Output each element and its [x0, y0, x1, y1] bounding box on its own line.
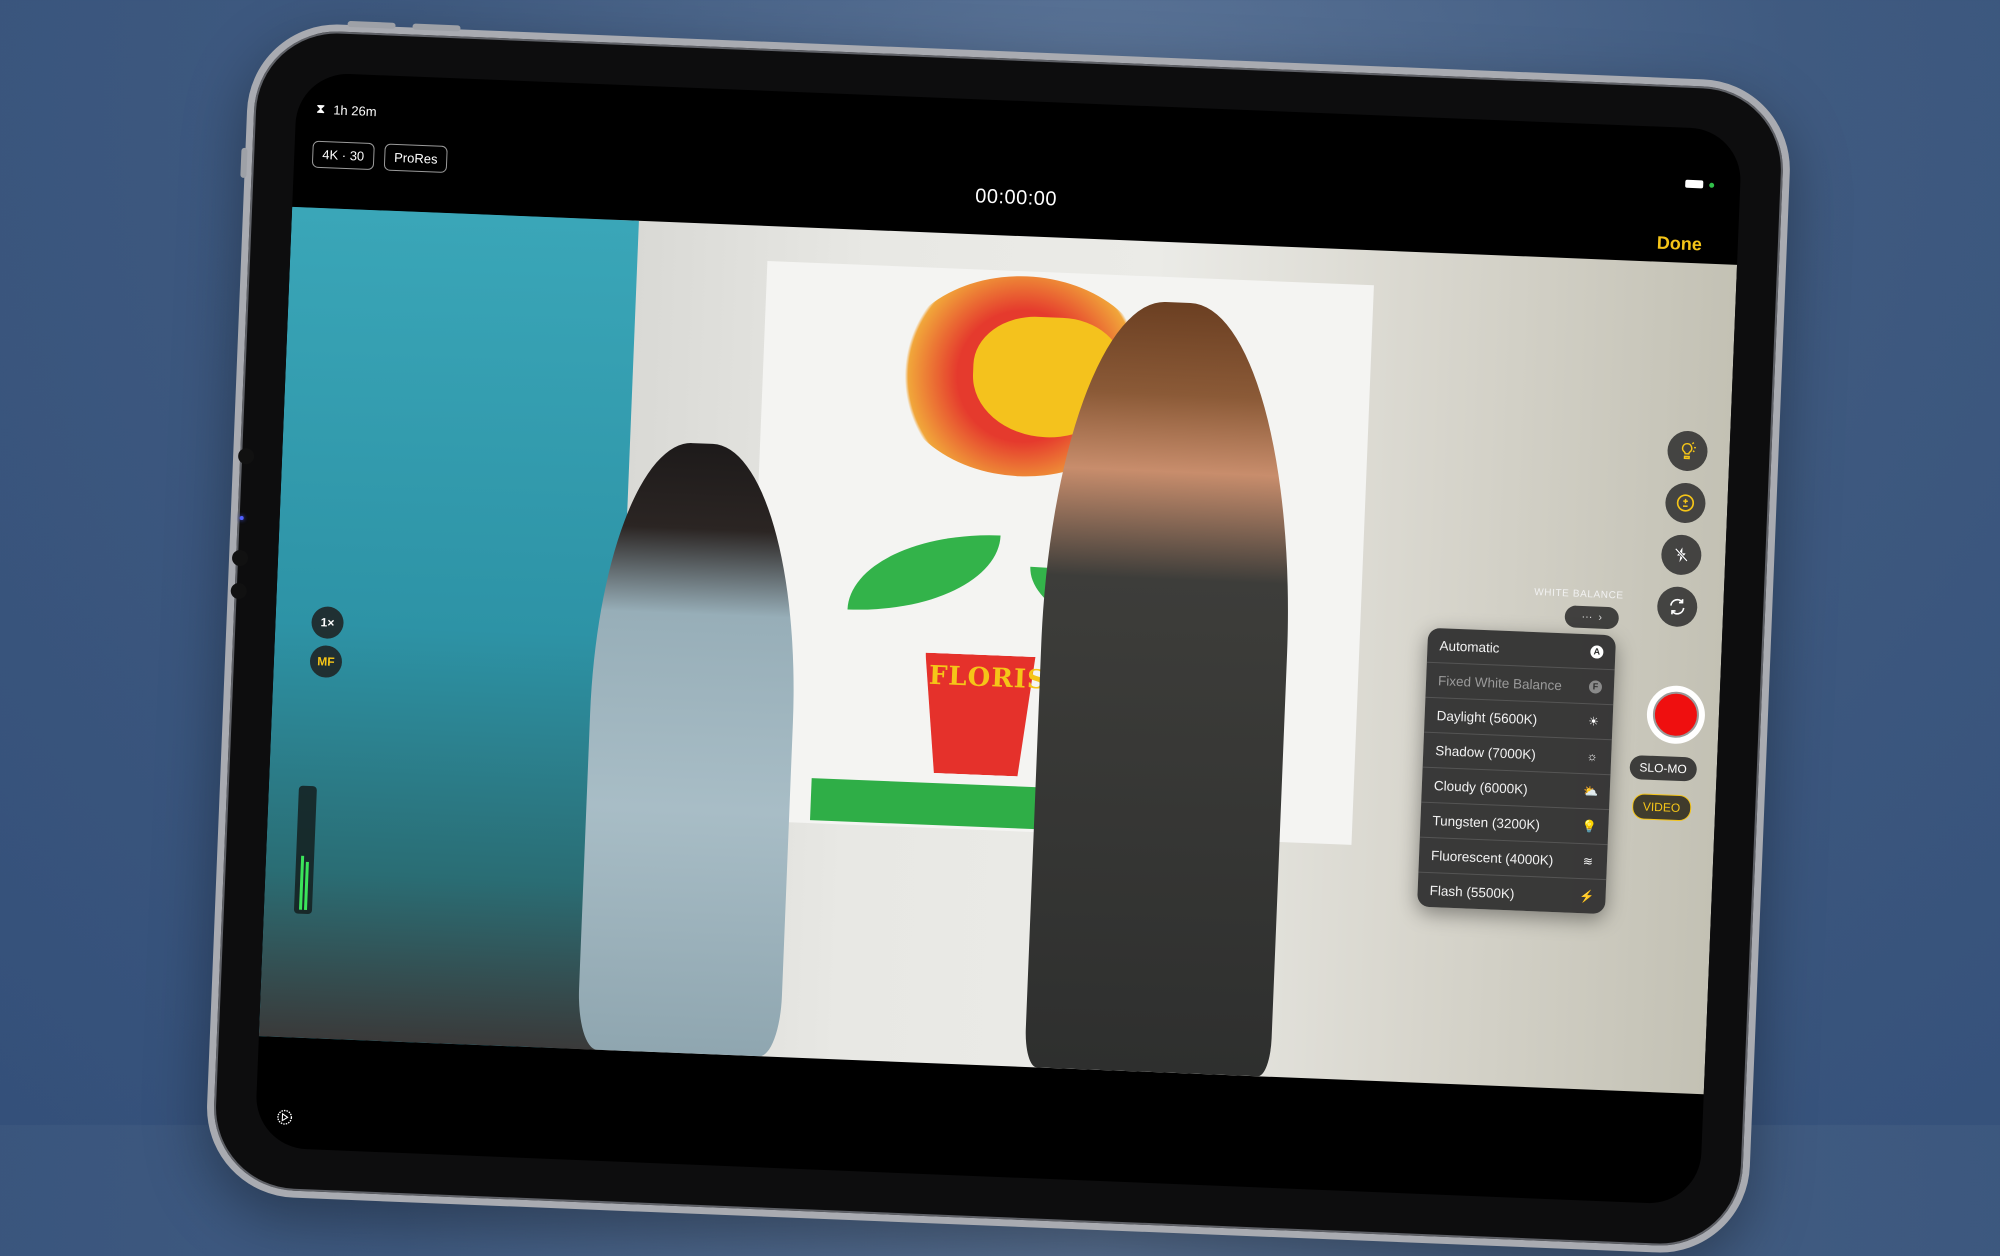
white-balance-label: WHITE BALANCE: [1534, 586, 1624, 602]
camera-viewfinder[interactable]: FLORIST 1× MF WHITE BALANCE ··· › Automa…: [258, 206, 1738, 1095]
badge-f-icon: F: [1588, 679, 1603, 694]
wb-option-label: Fluorescent (4000K): [1430, 847, 1554, 868]
battery-icon: [1685, 179, 1704, 189]
badge-a-icon: A: [1590, 644, 1604, 659]
sunset-icon: ☼: [1586, 749, 1598, 764]
sensor-dot: [237, 447, 255, 465]
hourglass-icon: ⧗: [315, 100, 326, 117]
wb-option-label: Cloudy (6000K): [1433, 777, 1528, 797]
wb-option-label: Flash (5500K): [1429, 882, 1515, 901]
camera-indicator-light: [239, 515, 244, 521]
cloud-sun-icon: ⛅: [1583, 784, 1599, 799]
sensor-dot: [231, 549, 249, 567]
sensor-dot: [230, 582, 248, 600]
wb-option-label: Daylight (5600K): [1436, 707, 1538, 727]
exposure-plus-minus-icon: [1676, 494, 1695, 512]
wb-option-label: Fixed White Balance: [1437, 672, 1563, 693]
wb-option-label: Automatic: [1439, 637, 1500, 656]
record-icon: [1652, 690, 1700, 739]
white-balance-menu: Automatic A Fixed White Balance F Daylig…: [1417, 627, 1617, 915]
side-button: [240, 147, 248, 178]
battery-indicator: [1685, 179, 1715, 189]
flash-off-button[interactable]: [1660, 534, 1703, 576]
record-button[interactable]: [1645, 684, 1707, 745]
lightbulb-icon: 💡: [1581, 819, 1598, 834]
lightbulb-rays-icon: [1681, 442, 1696, 460]
camera-app-screen: ⧗ 1h 26m 4K · 30 ProRes 00:00:00 Done FL…: [254, 71, 1743, 1206]
time-remaining: 1h 26m: [332, 101, 377, 119]
top-button: [412, 23, 461, 32]
done-button[interactable]: Done: [1656, 233, 1702, 256]
ellipsis-icon: ···: [1581, 610, 1593, 624]
audio-level-right: [303, 861, 309, 910]
wb-option-label: Shadow (7000K): [1435, 742, 1537, 762]
torch-button[interactable]: [1666, 430, 1709, 472]
mode-video[interactable]: VIDEO: [1631, 793, 1692, 822]
camera-rotate-icon: [1670, 598, 1685, 615]
ipad-device: ⧗ 1h 26m 4K · 30 ProRes 00:00:00 Done FL…: [203, 20, 1794, 1256]
sun-icon: ☀: [1587, 714, 1600, 729]
switch-camera-button[interactable]: [1656, 585, 1699, 628]
cfl-bulb-icon: ≋: [1582, 854, 1594, 869]
recording-time-status: ⧗ 1h 26m: [316, 101, 377, 119]
white-balance-more-button[interactable]: ··· ›: [1564, 605, 1620, 630]
bolt-icon: ⚡: [1578, 889, 1595, 904]
top-button: [347, 20, 396, 29]
chevron-right-icon: ›: [1598, 611, 1603, 624]
flash-off-icon: [1674, 547, 1688, 563]
camera-in-use-indicator: [1709, 182, 1715, 188]
wb-option-flash[interactable]: Flash (5500K) ⚡: [1417, 873, 1606, 915]
settings-gear-icon[interactable]: [275, 1108, 294, 1127]
exposure-button[interactable]: [1664, 482, 1707, 524]
wb-option-label: Tungsten (3200K): [1432, 812, 1541, 832]
mode-slo-mo[interactable]: SLO-MO: [1628, 754, 1698, 782]
